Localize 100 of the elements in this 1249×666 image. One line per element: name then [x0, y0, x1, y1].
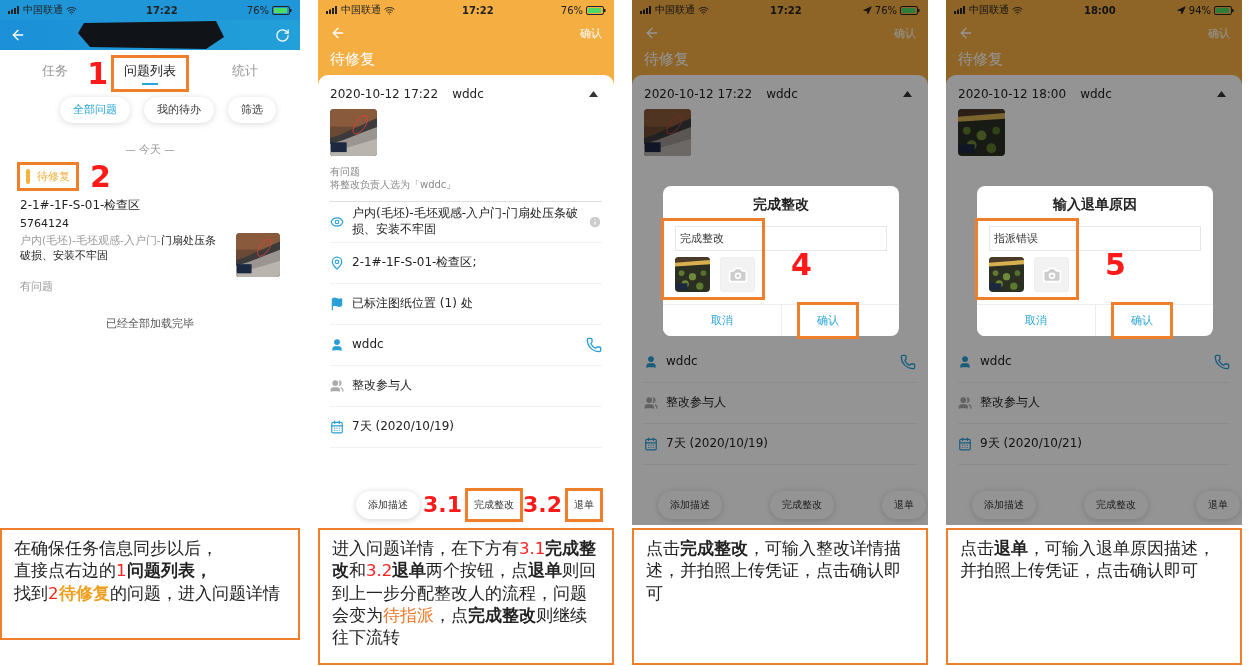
people-icon — [644, 396, 658, 410]
detail-text: wddc — [980, 354, 1013, 370]
calendar-icon — [644, 437, 658, 451]
confirm-button[interactable]: 确认 — [800, 305, 857, 336]
collapse-caret-icon[interactable] — [589, 91, 598, 97]
filter-chip[interactable]: 全部问题 — [60, 97, 130, 123]
action-button[interactable]: 添加描述 — [658, 491, 722, 519]
battery-icon — [900, 5, 920, 15]
record-user: wddc — [766, 87, 798, 101]
instruction-text: 进入问题详情，在下方有3.1完成整改和3.2退单两个按钮，点退单则回到上一步分配整改人的流程，问题会变为待指派，点完成整改则继续往下流转 — [332, 538, 598, 650]
filter-chip[interactable]: 筛选 — [228, 97, 276, 123]
page-title: 待修复 — [330, 50, 376, 69]
status-time: 17:22 — [144, 4, 179, 16]
action-button[interactable]: 添加描述 — [356, 491, 420, 519]
people-icon — [958, 396, 972, 410]
issue-location: 2-1#-1F-S-01-检查区 — [20, 197, 142, 214]
battery-icon — [586, 5, 606, 15]
detail-text: 整改参与人 — [666, 395, 727, 411]
wifi-icon — [698, 4, 709, 16]
record-note: 有问题 — [330, 166, 361, 179]
phone-icon[interactable] — [900, 354, 916, 370]
wifi-icon — [384, 4, 395, 16]
issue-description: 户内(毛坯)-毛坯观感-入户门-门扇处压条破损、安装不牢固 — [20, 233, 217, 264]
signal-icon — [326, 6, 338, 14]
record-datetime: 2020-10-12 17:22 — [644, 87, 753, 101]
detail-text: 2-1#-1F-S-01-检查区; — [352, 255, 478, 271]
detail-text: wddc — [666, 354, 699, 370]
instruction-text: 在确保任务信息同步以后， — [14, 538, 219, 560]
step-number: 2 — [90, 161, 111, 192]
filter-chip[interactable]: 我的待办 — [144, 97, 214, 123]
carrier-name: 中国联通 — [969, 3, 1009, 17]
carrier-name: 中国联通 — [341, 3, 381, 17]
person-icon — [644, 355, 658, 369]
camera-button[interactable] — [720, 257, 755, 292]
refresh-icon[interactable] — [275, 27, 290, 43]
carrier-name: 中国联通 — [23, 3, 63, 17]
issue-note: 有问题 — [20, 280, 54, 294]
camera-button[interactable] — [1034, 257, 1069, 292]
wifi-icon — [1012, 4, 1023, 16]
signal-icon — [954, 6, 966, 14]
dialog-title: 完成整改 — [752, 195, 810, 214]
confirm-button[interactable]: 确认 — [1114, 305, 1171, 336]
record-datetime: 2020-10-12 17:22 — [330, 87, 439, 101]
status-time: 17:22 — [768, 4, 803, 16]
back-arrow-icon[interactable] — [330, 25, 346, 41]
issue-code: 5764124 — [20, 217, 70, 230]
detail-text: 7天 (2020/10/19) — [666, 436, 769, 452]
battery-level: 94% — [1188, 4, 1211, 16]
step-number: 1 — [87, 58, 108, 89]
detail-text: 户内(毛坯)-毛坯观感-入户门-门扇处压条破损、安装不牢固 — [352, 206, 580, 238]
status-time: 18:00 — [1082, 4, 1117, 16]
instruction-text: 直接点右边的1问题列表， — [14, 560, 213, 583]
action-button[interactable]: 退单 — [568, 491, 600, 519]
battery-level: 76% — [874, 4, 897, 16]
location-arrow-icon — [862, 5, 872, 15]
map-pin-icon — [330, 256, 344, 270]
tab[interactable]: 问题列表 — [114, 58, 186, 89]
signal-icon — [8, 6, 20, 14]
record-note: 将整改负责人选为「wddc」 — [330, 178, 458, 191]
description-field[interactable]: 指派错误 — [989, 226, 1201, 251]
calendar-icon — [330, 420, 344, 434]
action-button[interactable]: 完成整改 — [770, 491, 834, 519]
action-button[interactable]: 完成整改 — [1084, 491, 1148, 519]
wifi-icon — [66, 4, 77, 16]
dialog-title: 输入退单原因 — [1052, 195, 1138, 214]
location-arrow-icon — [1176, 5, 1186, 15]
instruction-text: 点击退单，可输入退单原因描述，并拍照上传凭证，点击确认即可 — [960, 538, 1216, 583]
record-user: wddc — [452, 87, 484, 101]
phone-icon[interactable] — [1214, 354, 1230, 370]
record-user: wddc — [1080, 87, 1112, 101]
step-number: 4 — [791, 250, 812, 280]
person-icon — [958, 355, 972, 369]
people-icon — [330, 379, 344, 393]
step-number: 3.2 — [523, 494, 562, 516]
detail-text: 9天 (2020/10/21) — [980, 436, 1083, 452]
action-button[interactable]: 添加描述 — [972, 491, 1036, 519]
battery-icon — [1214, 5, 1234, 15]
detail-text: wddc — [352, 337, 385, 353]
flag-icon — [330, 297, 344, 311]
step-number: 3.1 — [423, 494, 462, 516]
battery-icon — [272, 5, 292, 15]
action-button[interactable]: 退单 — [882, 491, 926, 519]
action-button[interactable]: 完成整改 — [468, 491, 520, 519]
instruction-text: 点击完成整改，可输入整改详情描述，并拍照上传凭证，点击确认即可 — [646, 538, 902, 605]
info-icon[interactable] — [588, 215, 602, 229]
detail-text: 7天 (2020/10/19) — [352, 419, 455, 435]
action-button[interactable]: 退单 — [1196, 491, 1240, 519]
collapse-caret-icon[interactable] — [903, 91, 912, 97]
day-divider: — 今天 — — [124, 143, 176, 157]
page-title: 待修复 — [644, 50, 690, 69]
detail-text: 整改参与人 — [352, 378, 413, 394]
detail-text: 已标注图纸位置 (1) 处 — [352, 296, 474, 312]
signal-icon — [640, 6, 652, 14]
battery-level: 76% — [246, 4, 269, 16]
collapse-caret-icon[interactable] — [1217, 91, 1226, 97]
phone-icon[interactable] — [586, 337, 602, 353]
carrier-name: 中国联通 — [655, 3, 695, 17]
calendar-icon — [958, 437, 972, 451]
status-time: 17:22 — [460, 4, 495, 16]
description-field[interactable]: 完成整改 — [675, 226, 887, 251]
